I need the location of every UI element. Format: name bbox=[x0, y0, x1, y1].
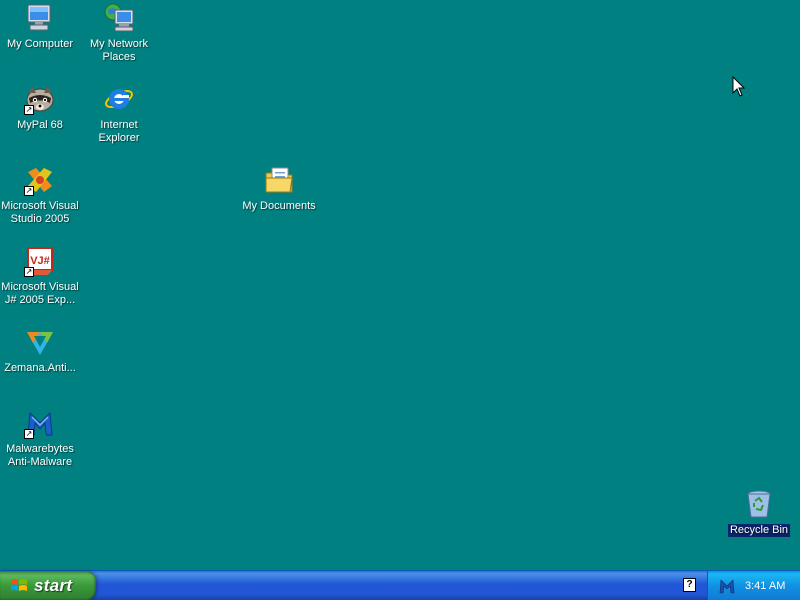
recycle-bin-icon bbox=[743, 488, 775, 520]
mouse-pointer-icon bbox=[732, 75, 746, 98]
desktop-icon-visual-jsharp[interactable]: VJ# ↗ Microsoft Visual J# 2005 Exp... bbox=[0, 245, 80, 307]
desktop-icon-visual-studio[interactable]: ↗ Microsoft Visual Studio 2005 bbox=[0, 164, 80, 226]
desktop-icon-label: Microsoft Visual J# 2005 Exp... bbox=[1, 281, 79, 306]
desktop[interactable]: My Computer My Network Places ↗ MyPal 68… bbox=[0, 0, 800, 570]
desktop-icon-label: My Computer bbox=[6, 38, 74, 50]
desktop-icon-label: Recycle Bin bbox=[727, 524, 791, 537]
malwarebytes-tray-icon[interactable] bbox=[719, 578, 735, 594]
desktop-icon-label: My Network Places bbox=[89, 38, 149, 63]
windows-logo-icon bbox=[10, 577, 28, 595]
desktop-icon-label: Microsoft Visual Studio 2005 bbox=[1, 200, 79, 225]
mypal-raccoon-icon: ↗ bbox=[24, 83, 56, 115]
desktop-icon-my-documents[interactable]: My Documents bbox=[239, 164, 319, 213]
shortcut-arrow-icon: ↗ bbox=[24, 267, 34, 277]
help-icon[interactable]: ? bbox=[683, 578, 696, 592]
zemana-icon bbox=[24, 326, 56, 358]
desktop-icon-recycle-bin[interactable]: Recycle Bin bbox=[719, 488, 799, 537]
my-documents-folder-icon bbox=[263, 164, 295, 196]
desktop-icon-label: Zemana.Anti... bbox=[4, 362, 76, 374]
desktop-icon-label: Malwarebytes Anti-Malware bbox=[6, 443, 74, 468]
malwarebytes-icon: ↗ bbox=[24, 407, 56, 439]
clock[interactable]: 3:41 AM bbox=[745, 580, 785, 592]
system-tray: 3:41 AM bbox=[707, 571, 800, 600]
taskbar: start ? 3:41 AM bbox=[0, 570, 800, 600]
shortcut-arrow-icon: ↗ bbox=[24, 429, 34, 439]
my-computer-icon bbox=[24, 2, 56, 34]
network-places-icon bbox=[103, 2, 135, 34]
shortcut-arrow-icon: ↗ bbox=[24, 105, 34, 115]
desktop-icon-label: Internet Explorer bbox=[98, 119, 140, 144]
desktop-icon-mypal[interactable]: ↗ MyPal 68 bbox=[0, 83, 80, 132]
svg-text:VJ#: VJ# bbox=[30, 255, 50, 267]
desktop-icon-my-network-places[interactable]: My Network Places bbox=[79, 2, 159, 64]
desktop-icon-malwarebytes[interactable]: ↗ Malwarebytes Anti-Malware bbox=[0, 407, 80, 469]
desktop-icon-zemana[interactable]: Zemana.Anti... bbox=[0, 326, 80, 375]
visual-studio-icon: ↗ bbox=[24, 164, 56, 196]
start-label: start bbox=[34, 575, 73, 595]
shortcut-arrow-icon: ↗ bbox=[24, 186, 34, 196]
internet-explorer-icon bbox=[103, 83, 135, 115]
desktop-icon-label: My Documents bbox=[242, 200, 316, 212]
start-button[interactable]: start bbox=[0, 571, 96, 600]
visual-jsharp-icon: VJ# ↗ bbox=[24, 245, 56, 277]
desktop-icon-my-computer[interactable]: My Computer bbox=[0, 2, 80, 51]
desktop-icon-label: MyPal 68 bbox=[17, 119, 63, 131]
desktop-icon-internet-explorer[interactable]: Internet Explorer bbox=[79, 83, 159, 145]
